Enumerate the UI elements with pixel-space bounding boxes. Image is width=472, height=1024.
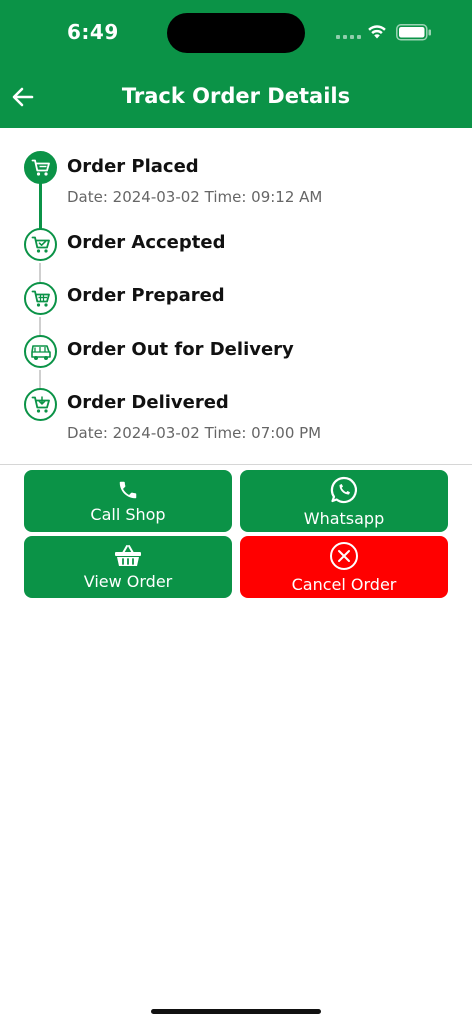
app-header: 6:49 Track Order Details xyxy=(0,0,472,128)
step-date: Date: 2024-03-02 Time: 09:12 AM xyxy=(67,188,323,206)
timeline-connector-completed xyxy=(39,182,42,231)
section-divider xyxy=(0,464,472,465)
timeline-connector xyxy=(39,317,41,337)
view-order-label: View Order xyxy=(83,571,173,591)
cart-check-icon xyxy=(24,228,57,261)
delivery-cart-icon xyxy=(24,335,57,368)
page-title: Track Order Details xyxy=(121,84,351,108)
step-title: Order Prepared xyxy=(67,285,225,306)
status-time: 6:49 xyxy=(67,20,119,44)
step-title: Order Out for Delivery xyxy=(67,339,294,360)
phone-icon xyxy=(119,481,137,498)
order-timeline: Order Placed Date: 2024-03-02 Time: 09:1… xyxy=(0,128,472,464)
cancel-order-button[interactable]: Cancel Order xyxy=(240,536,448,598)
view-order-button[interactable]: View Order xyxy=(24,536,232,598)
step-date: Date: 2024-03-02 Time: 07:00 PM xyxy=(67,424,322,442)
cellular-signal-icon xyxy=(336,35,361,39)
wifi-icon xyxy=(368,25,386,39)
cart-icon xyxy=(24,151,57,184)
step-title: Order Placed xyxy=(67,156,199,177)
call-shop-button[interactable]: Call Shop xyxy=(24,470,232,532)
whatsapp-label: Whatsapp xyxy=(303,508,385,528)
timeline-connector xyxy=(39,263,41,284)
dynamic-island xyxy=(167,13,305,53)
cancel-order-label: Cancel Order xyxy=(291,574,397,594)
whatsapp-icon xyxy=(330,476,357,503)
call-shop-label: Call Shop xyxy=(90,504,166,524)
step-title: Order Delivered xyxy=(67,392,229,413)
battery-icon xyxy=(396,24,431,41)
basket-icon xyxy=(115,544,141,566)
cart-delivered-icon xyxy=(24,388,57,421)
home-indicator[interactable] xyxy=(151,1009,321,1014)
whatsapp-button[interactable]: Whatsapp xyxy=(240,470,448,532)
step-title: Order Accepted xyxy=(67,232,226,253)
cart-icon xyxy=(24,282,57,315)
close-circle-icon xyxy=(330,541,358,570)
